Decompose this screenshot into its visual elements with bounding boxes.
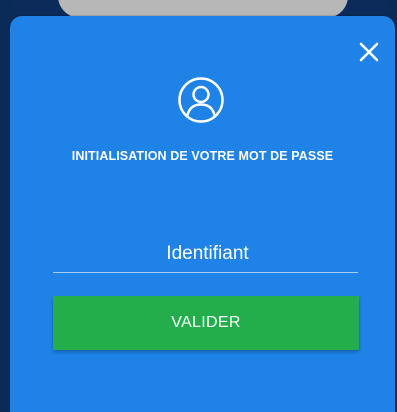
user-circle-icon bbox=[177, 76, 225, 124]
dialog-title: INITIALISATION DE VOTRE MOT DE PASSE bbox=[71, 149, 334, 163]
validate-button[interactable]: VALIDER bbox=[53, 296, 359, 350]
close-button[interactable] bbox=[357, 40, 381, 64]
close-icon bbox=[359, 42, 379, 62]
identifier-field bbox=[53, 234, 362, 274]
identifier-input[interactable] bbox=[53, 234, 362, 274]
password-reset-dialog: INITIALISATION DE VOTRE MOT DE PASSE VAL… bbox=[10, 16, 395, 412]
